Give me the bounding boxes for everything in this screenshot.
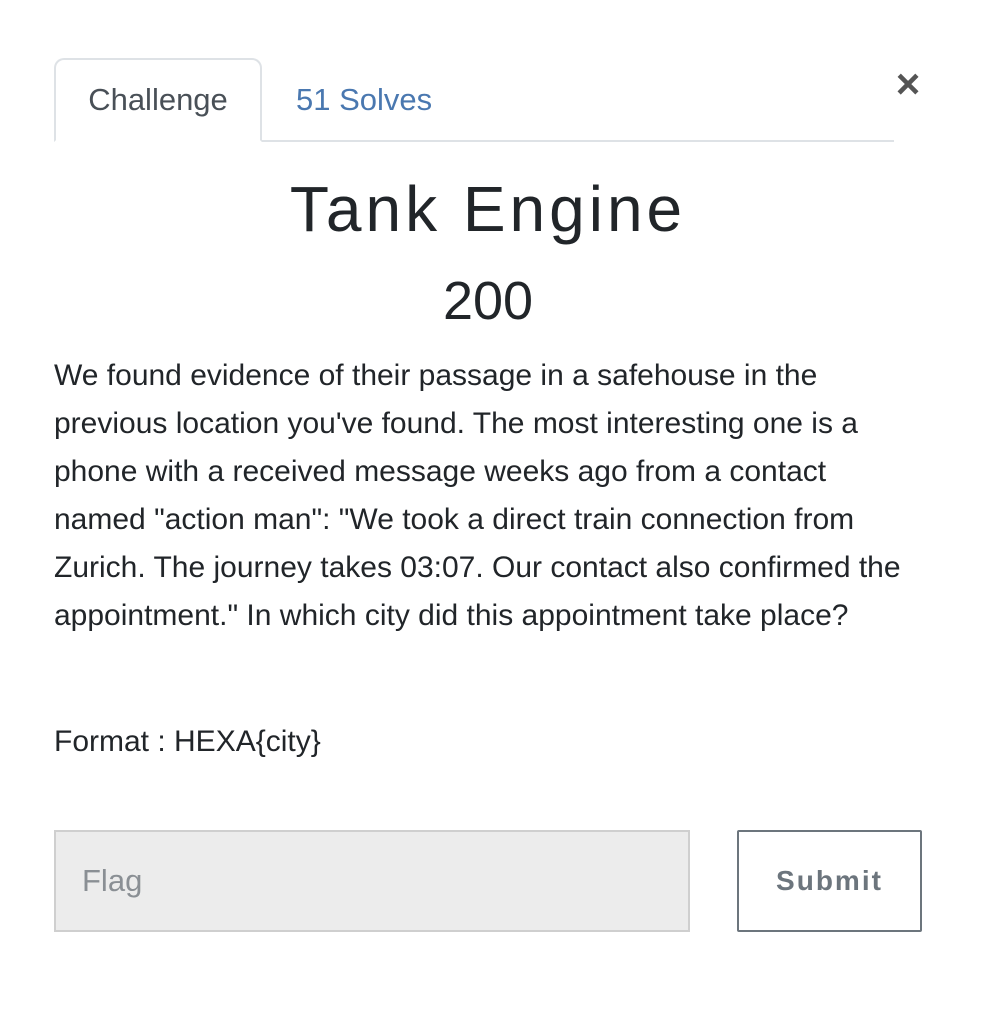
flag-input[interactable] — [54, 830, 690, 932]
tab-bar: Challenge 51 Solves — [54, 58, 894, 142]
close-icon[interactable]: × — [890, 62, 926, 106]
submit-button[interactable]: Submit — [737, 830, 922, 932]
challenge-description: We found evidence of their passage in a … — [54, 359, 901, 632]
challenge-modal: Challenge 51 Solves × Tank Engine 200 We… — [0, 0, 982, 1026]
challenge-title: Tank Engine — [289, 173, 687, 245]
challenge-points: 200 — [442, 271, 534, 331]
tab-challenge[interactable]: Challenge — [54, 58, 262, 142]
tab-challenge-label: Challenge — [88, 82, 228, 117]
tab-solves[interactable]: 51 Solves — [262, 58, 432, 142]
flag-format: Format : HEXA{city} — [54, 725, 321, 758]
tab-solves-label: 51 Solves — [296, 82, 433, 117]
